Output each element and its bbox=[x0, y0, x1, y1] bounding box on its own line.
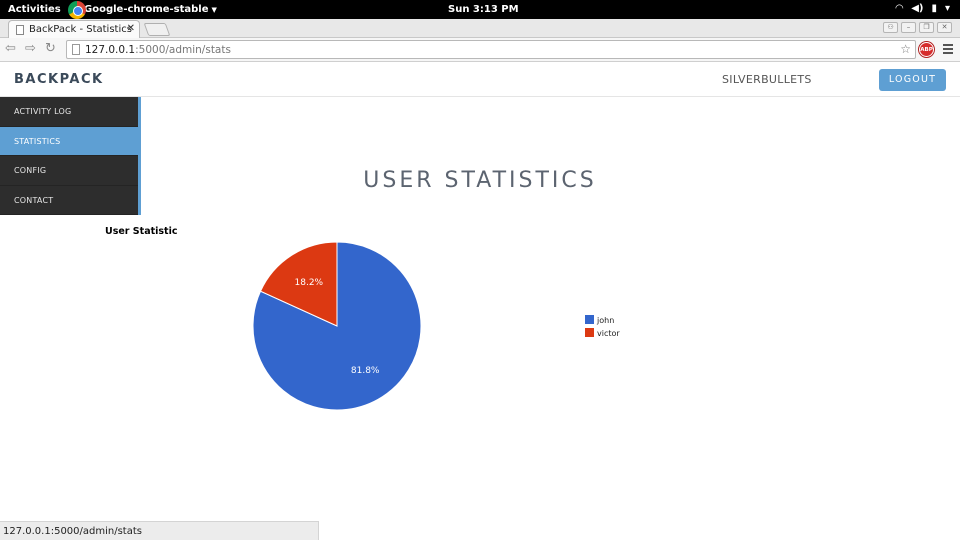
sidebar: ACTIVITY LOG STATISTICS CONFIG CONTACT bbox=[0, 97, 141, 215]
system-status-area[interactable]: ◠ ◀) ▮ ▾ bbox=[895, 3, 950, 14]
address-bar[interactable]: 127.0.0.1:5000/admin/stats ☆ bbox=[66, 40, 916, 59]
url-host: 127.0.0.1 bbox=[85, 44, 136, 56]
adblock-icon[interactable]: ABP bbox=[919, 42, 934, 57]
page-icon bbox=[72, 44, 80, 55]
system-top-bar: Activities Google-chrome-stable ▼ Sun 3:… bbox=[0, 0, 960, 19]
logout-button[interactable]: LOGOUT bbox=[879, 69, 946, 91]
tab-title: BackPack - Statistics bbox=[29, 24, 132, 35]
tab-strip: BackPack - Statistics ✕ ⚇ – ❐ ✕ bbox=[0, 19, 960, 38]
legend-label-victor[interactable]: victor bbox=[597, 329, 620, 338]
volume-icon: ◀) bbox=[911, 3, 924, 14]
sidebar-item-statistics[interactable]: STATISTICS bbox=[0, 126, 138, 156]
pie-label-victor: 18.2% bbox=[295, 278, 324, 288]
chevron-down-icon: ▾ bbox=[944, 3, 950, 14]
site-navbar: BACKPACK SILVERBULLETS LOGOUT bbox=[0, 62, 960, 97]
url-path: :5000/admin/stats bbox=[135, 44, 231, 56]
minimize-icon[interactable]: – bbox=[901, 22, 916, 33]
pie-label-john: 81.8% bbox=[351, 366, 380, 376]
page-title: USER STATISTICS bbox=[0, 168, 960, 193]
restore-icon[interactable]: ❐ bbox=[919, 22, 934, 33]
status-bubble: 127.0.0.1:5000/admin/stats bbox=[0, 521, 319, 540]
legend-swatch-victor[interactable] bbox=[585, 328, 594, 337]
app-menu-label: Google-chrome-stable bbox=[84, 4, 209, 15]
window-controls: ⚇ – ❐ ✕ bbox=[883, 22, 952, 33]
battery-icon: ▮ bbox=[931, 3, 937, 14]
chevron-down-icon: ▼ bbox=[211, 5, 217, 14]
page-title-text: USER STATISTICS bbox=[363, 168, 597, 193]
sidebar-item-activity-log[interactable]: ACTIVITY LOG bbox=[0, 97, 138, 127]
menu-icon[interactable] bbox=[943, 44, 953, 56]
pie-chart: 81.8% 18.2% john victor bbox=[252, 241, 620, 411]
page-icon bbox=[16, 25, 24, 35]
forward-icon[interactable]: ⇨ bbox=[25, 41, 36, 57]
app-menu[interactable]: Google-chrome-stable ▼ bbox=[68, 0, 217, 19]
browser-toolbar: ⇦ ⇨ ↻ 127.0.0.1:5000/admin/stats ☆ ABP bbox=[0, 38, 960, 62]
chrome-logo-icon bbox=[68, 0, 86, 19]
legend-swatch-john[interactable] bbox=[585, 315, 594, 324]
wifi-icon: ◠ bbox=[895, 3, 904, 14]
new-tab-button[interactable] bbox=[143, 23, 171, 36]
back-icon[interactable]: ⇦ bbox=[5, 41, 16, 57]
legend-label-john[interactable]: john bbox=[596, 316, 614, 325]
bookmark-star-icon[interactable]: ☆ bbox=[900, 42, 911, 56]
browser-tab[interactable]: BackPack - Statistics ✕ bbox=[8, 20, 140, 38]
profile-icon[interactable]: ⚇ bbox=[883, 22, 898, 33]
activities-button[interactable]: Activities bbox=[8, 4, 61, 15]
username-label: SILVERBULLETS bbox=[722, 73, 812, 86]
page-content: BACKPACK SILVERBULLETS LOGOUT ACTIVITY L… bbox=[0, 62, 960, 520]
clock[interactable]: Sun 3:13 PM bbox=[448, 4, 519, 15]
close-icon[interactable]: ✕ bbox=[937, 22, 952, 33]
reload-icon[interactable]: ↻ bbox=[45, 41, 56, 57]
close-icon[interactable]: ✕ bbox=[127, 23, 135, 34]
brand-logo[interactable]: BACKPACK bbox=[14, 72, 104, 87]
